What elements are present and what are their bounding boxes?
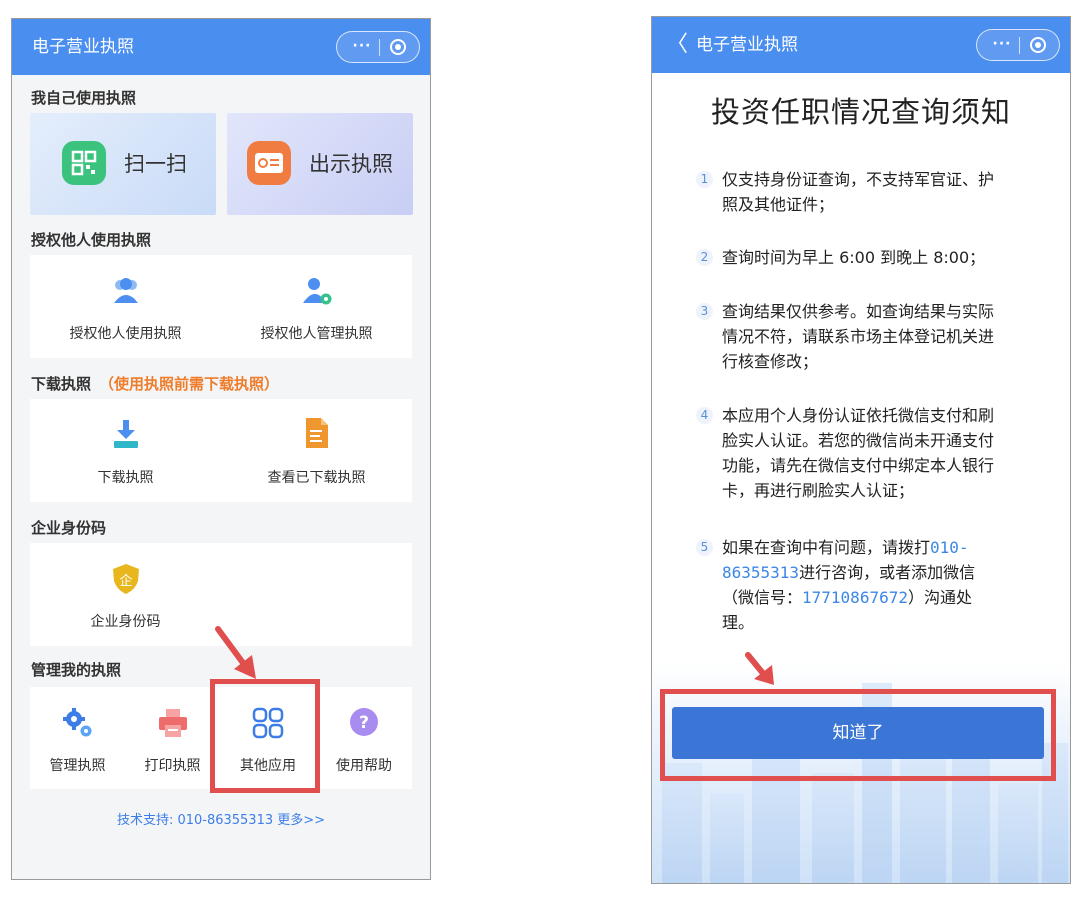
tech-support-link[interactable]: 技术支持: 010-86355313 更多>> (12, 809, 430, 828)
more-menu-icon[interactable]: ··· (345, 32, 379, 61)
building (662, 763, 702, 883)
nav-title: 电子营业执照 (32, 37, 134, 57)
scan-tile[interactable]: 扫一扫 (30, 113, 216, 215)
notice-line: 卡，再进行刷脸实人认证； (722, 481, 915, 500)
phone-link[interactable]: 010- (930, 538, 969, 557)
enterprise-code-label: 企业身份码 (90, 614, 161, 630)
download-license-label: 下载执照 (97, 470, 154, 486)
close-mini-program-icon[interactable] (390, 39, 406, 55)
enterprise-shield-icon: 企 (111, 563, 141, 599)
close-mini-program-icon[interactable] (1030, 37, 1046, 53)
notice-line: 情况不符，请联系市场主体登记机关进 (722, 327, 995, 346)
download-icon (111, 418, 141, 454)
help-label: 使用帮助 (336, 758, 392, 774)
authorize-card: 授权他人使用执照 授权他人管理执照 (30, 255, 412, 358)
nav-title: 电子营业执照 (696, 35, 798, 55)
help-item[interactable]: ? 使用帮助 (316, 687, 412, 789)
question-icon: ? (349, 707, 379, 741)
print-license-label: 打印执照 (144, 758, 201, 774)
user-settings-icon (301, 275, 333, 311)
download-note: （使用执照前需下载执照） (99, 375, 280, 393)
qr-scan-icon (62, 141, 106, 185)
printer-icon (157, 707, 189, 743)
notice-line: 查询结果仅供参考。如查询结果与实际 (722, 302, 995, 321)
users-icon (110, 275, 142, 311)
back-arrow-icon[interactable]: 〈 (666, 17, 688, 73)
arrow-icon (745, 652, 774, 685)
view-downloaded-item[interactable]: 查看已下载执照 (221, 399, 412, 502)
item-number: 2 (696, 249, 713, 266)
capsule-divider (379, 39, 380, 56)
notice-line: 仅支持身份证查询，不支持军官证、护 (722, 170, 995, 189)
notice-text: 理。 (722, 613, 755, 632)
building (998, 783, 1038, 883)
arrow-icon (215, 626, 256, 679)
mini-program-capsule: ··· (336, 31, 420, 63)
notice-line: 功能，请先在微信支付中绑定本人银行 (722, 456, 995, 475)
navbar: 电子营业执照 ··· (12, 19, 430, 75)
print-license-item[interactable]: 打印执照 (125, 687, 220, 789)
notice-text: 如果在查询中有问题，请拨打 (722, 538, 931, 557)
phone-link[interactable]: 86355313 (722, 563, 799, 582)
authorize-use-label: 授权他人使用执照 (69, 326, 182, 342)
license-card-icon (247, 141, 291, 185)
document-icon (302, 417, 332, 453)
building (710, 793, 744, 883)
show-license-label: 出示执照 (309, 152, 393, 176)
authorize-use-item[interactable]: 授权他人使用执照 (30, 255, 221, 358)
page-title: 投资任职情况查询须知 (710, 95, 1011, 129)
notice-text: 进行咨询，或者添加微信 (799, 563, 976, 582)
gears-icon (62, 707, 94, 743)
notice-line: 照及其他证件； (722, 195, 835, 214)
highlight-box (210, 679, 320, 793)
show-license-tile[interactable]: 出示执照 (227, 113, 413, 215)
item-number: 4 (696, 407, 713, 424)
section-title-enterprise-code: 企业身份码 (31, 519, 107, 537)
phone-screen-notice: 〈 电子营业执照 ··· 投资任职情况查询须知 1 仅支持身份证查询，不支持军官… (651, 16, 1071, 884)
view-downloaded-label: 查看已下载执照 (267, 470, 366, 486)
navbar: 〈 电子营业执照 ··· (652, 17, 1070, 73)
svg-text:?: ? (359, 713, 369, 733)
svg-text:企: 企 (119, 573, 132, 589)
scan-label: 扫一扫 (124, 152, 187, 176)
authorize-manage-label: 授权他人管理执照 (260, 326, 373, 342)
authorize-manage-item[interactable]: 授权他人管理执照 (221, 255, 412, 358)
download-title-text: 下载执照 (31, 375, 92, 393)
item-number: 1 (696, 171, 713, 188)
notice-line: 行核查修改； (722, 352, 819, 371)
manage-license-item[interactable]: 管理执照 (30, 687, 125, 789)
notice-line: 脸实人认证。若您的微信尚未开通支付 (722, 431, 995, 450)
item-number: 5 (696, 539, 713, 556)
manage-license-label: 管理执照 (49, 758, 106, 774)
section-title-manage: 管理我的执照 (31, 661, 122, 679)
section-title-authorize: 授权他人使用执照 (31, 231, 152, 249)
more-menu-icon[interactable]: ··· (985, 30, 1019, 59)
phone-screen-home: 电子营业执照 ··· 我自己使用执照 扫一扫 出示执照 授权他人使用执照 授权他… (11, 18, 431, 880)
section-title-self: 我自己使用执照 (31, 89, 137, 107)
notice-line: 查询时间为早上 6:00 到晚上 8:00； (722, 248, 986, 267)
mini-program-capsule: ··· (976, 29, 1060, 61)
notice-text: （微信号： (722, 588, 803, 607)
highlight-box (660, 689, 1056, 781)
download-card: 下载执照 查看已下载执照 (30, 399, 412, 502)
notice-text: ）沟通处 (907, 588, 972, 607)
wechat-id: 17710867672 (802, 588, 908, 607)
capsule-divider (1019, 37, 1020, 54)
enterprise-code-item[interactable]: 企 企业身份码 (30, 543, 221, 646)
item-number: 3 (696, 303, 713, 320)
building (812, 773, 854, 883)
download-license-item[interactable]: 下载执照 (30, 399, 221, 502)
section-title-download: 下载执照 （使用执照前需下载执照） (31, 373, 279, 394)
notice-line: 本应用个人身份认证依托微信支付和刷 (722, 406, 995, 425)
